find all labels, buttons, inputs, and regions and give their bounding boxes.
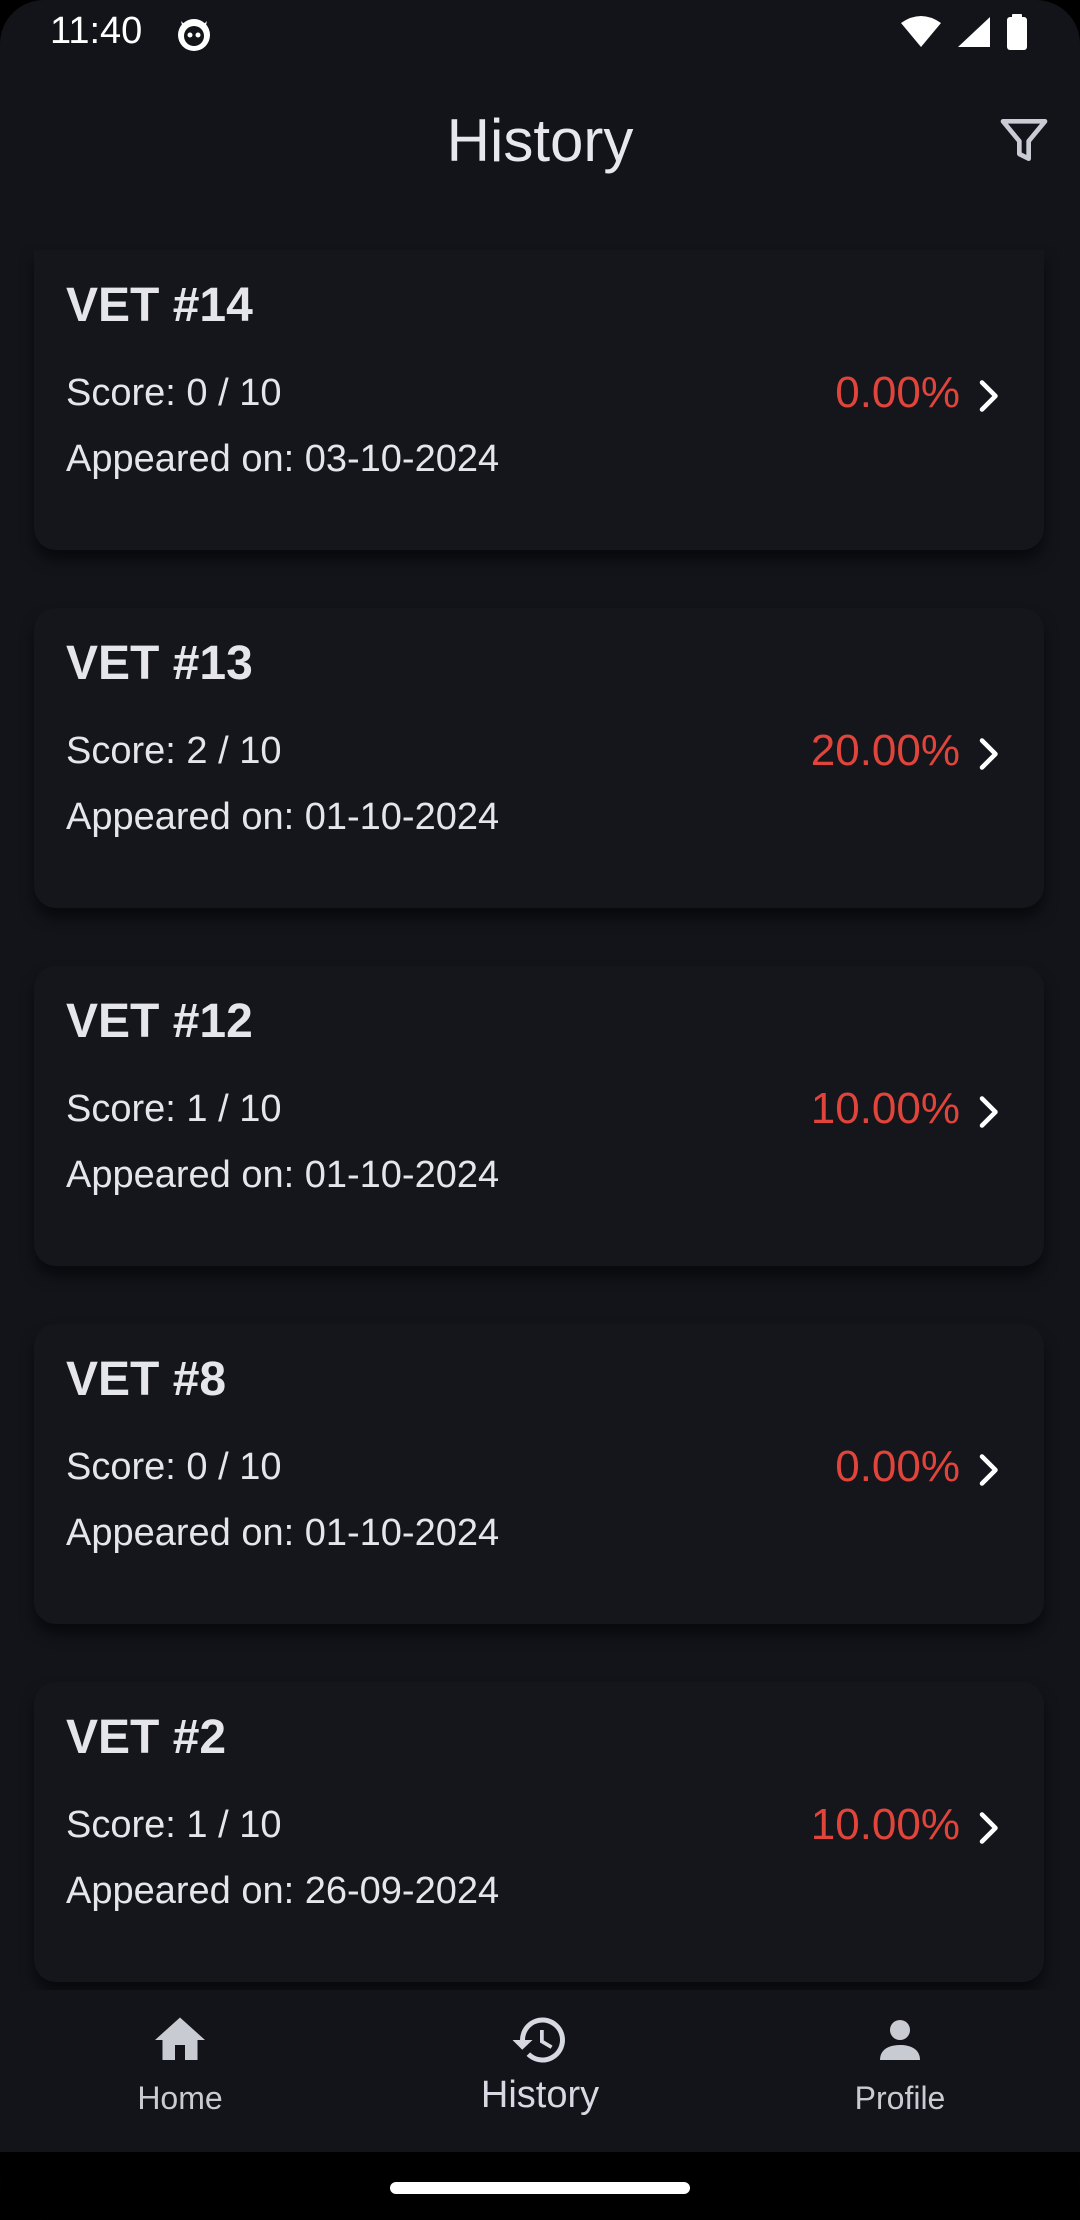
wifi-icon <box>900 15 942 54</box>
history-card[interactable]: VET #2 Score: 1 / 10 Appeared on: 26-09-… <box>34 1682 1044 1982</box>
test-percent: 10.00% <box>810 1084 960 1133</box>
history-card[interactable]: VET #13 Score: 2 / 10 Appeared on: 01-10… <box>34 608 1044 908</box>
bottom-navigation: Home History Profile <box>0 1990 1080 2152</box>
home-icon <box>155 2017 205 2060</box>
person-icon <box>880 2020 920 2060</box>
status-time: 11:40 <box>50 10 143 52</box>
status-bar: 11:40 <box>0 0 1080 66</box>
test-percent: 0.00% <box>835 368 960 417</box>
history-list: VET #14 Score: 0 / 10 Appeared on: 03-10… <box>34 250 1044 2040</box>
home-gesture-handle[interactable] <box>390 2182 690 2194</box>
nav-home-label: Home <box>137 2080 223 2116</box>
chevron-right-icon <box>979 1096 998 1128</box>
test-date: Appeared on: 26-09-2024 <box>66 1870 500 1912</box>
test-title: VET #13 <box>66 637 253 690</box>
filter-button[interactable] <box>996 112 1052 168</box>
chevron-right-icon <box>979 738 998 770</box>
nav-home[interactable]: Home <box>80 2010 280 2117</box>
test-title: VET #8 <box>66 1353 227 1406</box>
test-score: Score: 1 / 10 <box>66 1088 282 1130</box>
test-percent: 10.00% <box>810 1800 960 1849</box>
battery-icon <box>1006 14 1028 55</box>
test-date: Appeared on: 01-10-2024 <box>66 1154 500 1196</box>
test-title: VET #14 <box>66 279 253 332</box>
history-card[interactable]: VET #14 Score: 0 / 10 Appeared on: 03-10… <box>34 250 1044 550</box>
test-score: Score: 1 / 10 <box>66 1804 282 1846</box>
test-date: Appeared on: 01-10-2024 <box>66 1512 500 1554</box>
test-percent: 20.00% <box>810 726 960 775</box>
nav-history-label: History <box>480 2074 600 2116</box>
chevron-right-icon <box>979 1812 998 1844</box>
page-title: History <box>446 107 634 174</box>
test-title: VET #12 <box>66 995 253 1048</box>
history-card[interactable]: VET #8 Score: 0 / 10 Appeared on: 01-10-… <box>34 1324 1044 1624</box>
test-date: Appeared on: 03-10-2024 <box>66 438 500 480</box>
status-icons <box>900 14 1028 55</box>
chevron-right-icon <box>979 380 998 412</box>
filter-icon <box>1000 119 1048 162</box>
gesture-bar <box>0 2152 1080 2220</box>
app-bar: History <box>0 90 1080 190</box>
test-date: Appeared on: 01-10-2024 <box>66 796 500 838</box>
chevron-right-icon <box>979 1454 998 1486</box>
nav-profile[interactable]: Profile <box>800 2010 1000 2117</box>
app-notification-icon <box>175 15 213 53</box>
signal-icon <box>956 15 992 54</box>
test-title: VET #2 <box>66 1711 227 1764</box>
history-card[interactable]: VET #12 Score: 1 / 10 Appeared on: 01-10… <box>34 966 1044 1266</box>
test-percent: 0.00% <box>835 1442 960 1491</box>
test-score: Score: 0 / 10 <box>66 1446 282 1488</box>
test-score: Score: 2 / 10 <box>66 730 282 772</box>
nav-history[interactable]: History <box>440 2010 640 2117</box>
nav-profile-label: Profile <box>854 2080 946 2116</box>
app-screen: 11:40 History VET #14 Score: 0 / 10 Appe… <box>0 0 1080 2220</box>
history-icon <box>512 2017 565 2063</box>
test-score: Score: 0 / 10 <box>66 372 282 414</box>
